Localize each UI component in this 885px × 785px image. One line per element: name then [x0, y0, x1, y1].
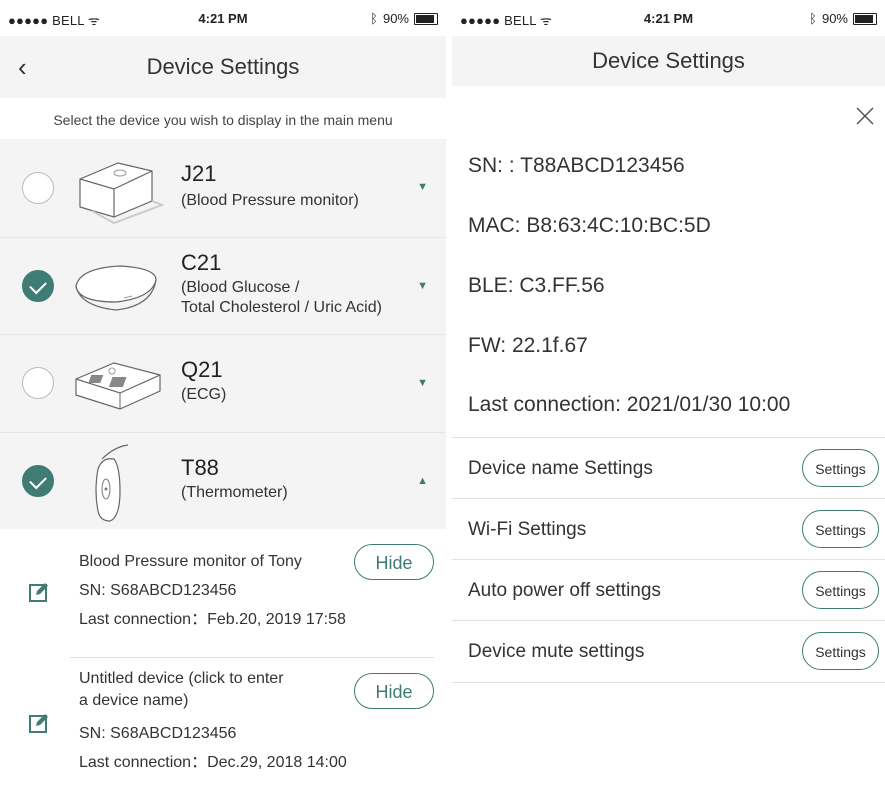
- device-row-q21[interactable]: Q21 (ECG) ▼: [0, 335, 446, 433]
- divider: [70, 657, 434, 658]
- ecg-device-image: [75, 362, 161, 410]
- status-bar: ●●●●● BELL ᯤ 4:21 PM ᛒ 90%: [452, 0, 885, 36]
- sub-device-item: Blood Pressure monitor of Tony SN: S68AB…: [0, 540, 446, 650]
- ble-version: BLE: C3.FF.56: [468, 274, 605, 297]
- close-icon[interactable]: [853, 104, 877, 128]
- sub-device-item: Untitled device (click to enter a device…: [0, 662, 446, 782]
- device-mute-settings-row: Device mute settings Settings: [452, 620, 885, 683]
- device-list-screen: ●●●●● BELL ᯤ 4:21 PM ᛒ 90% ‹ Device Sett…: [0, 0, 446, 785]
- edit-icon[interactable]: [28, 712, 50, 734]
- sub-device-last-connection: Last connection：Feb.20, 2019 17:58: [79, 611, 346, 628]
- page-title: Device Settings: [592, 48, 745, 73]
- device-name: T88: [181, 455, 219, 480]
- blood-pressure-monitor-image: [79, 162, 165, 225]
- device-name-settings-row: Device name Settings Settings: [452, 437, 885, 499]
- sub-device-last-connection: Last connection：Dec.29, 2018 14:00: [79, 754, 347, 771]
- sub-device-sn: SN: S68ABCD123456: [79, 725, 237, 742]
- expand-arrow-icon[interactable]: ▼: [417, 377, 428, 389]
- device-type: (Thermometer): [181, 484, 288, 501]
- thermometer-image: [95, 444, 129, 522]
- hide-button[interactable]: Hide: [354, 673, 434, 709]
- firmware-version: FW: 22.1f.67: [468, 334, 588, 357]
- wifi-settings-row: Wi-Fi Settings Settings: [452, 498, 885, 560]
- mac-address: MAC: B8:63:4C:10:BC:5D: [468, 214, 711, 237]
- page-title: Device Settings: [146, 54, 300, 79]
- battery-percent: 90%: [382, 11, 409, 26]
- sub-device-name[interactable]: Blood Pressure monitor of Tony: [79, 547, 346, 576]
- instruction-text: Select the device you wish to display in…: [0, 98, 446, 138]
- device-row-t88[interactable]: T88 (Thermometer) ▲: [0, 433, 446, 529]
- device-radio-t88[interactable]: [22, 465, 54, 497]
- edit-icon[interactable]: [28, 581, 50, 603]
- wifi-settings-button[interactable]: Settings: [802, 510, 879, 548]
- sub-device-sn: SN: S68ABCD123456: [79, 582, 237, 599]
- device-radio-q21[interactable]: [22, 367, 54, 399]
- device-name: Q21: [181, 357, 223, 382]
- last-connection: Last connection: 2021/01/30 10:00: [468, 393, 791, 416]
- collapse-arrow-icon[interactable]: ▲: [417, 475, 428, 487]
- device-type: (ECG): [181, 386, 227, 403]
- device-type: (Blood Pressure monitor): [181, 192, 359, 209]
- device-name-settings-button[interactable]: Settings: [802, 449, 879, 487]
- device-type-line2: Total Cholesterol / Uric Acid): [181, 299, 382, 316]
- hide-button[interactable]: Hide: [354, 544, 434, 580]
- setting-label: Auto power off settings: [468, 580, 661, 601]
- bluetooth-icon: ᛒ: [370, 11, 378, 26]
- expand-arrow-icon[interactable]: ▼: [417, 181, 428, 193]
- auto-power-off-settings-row: Auto power off settings Settings: [452, 559, 885, 621]
- nav-bar: ‹ Device Settings: [0, 36, 446, 98]
- device-radio-j21[interactable]: [22, 172, 54, 204]
- glucose-meter-image: [75, 265, 157, 311]
- nav-bar: Device Settings: [452, 36, 885, 86]
- device-radio-c21[interactable]: [22, 270, 54, 302]
- status-bar: ●●●●● BELL ᯤ 4:21 PM ᛒ 90%: [0, 0, 446, 36]
- device-type: (Blood Glucose /: [181, 279, 300, 296]
- auto-power-off-settings-button[interactable]: Settings: [802, 571, 879, 609]
- device-row-c21[interactable]: C21 (Blood Glucose / Total Cholesterol /…: [0, 238, 446, 335]
- sub-device-name[interactable]: Untitled device (click to enter: [79, 668, 347, 690]
- sub-device-name-line2[interactable]: a device name): [79, 690, 347, 712]
- expand-arrow-icon[interactable]: ▼: [417, 280, 428, 292]
- device-detail-screen: ●●●●● BELL ᯤ 4:21 PM ᛒ 90% Device Settin…: [452, 0, 885, 785]
- setting-label: Device mute settings: [468, 641, 645, 662]
- device-name: J21: [181, 161, 217, 186]
- battery-icon: [414, 12, 438, 25]
- device-name: C21: [181, 250, 222, 275]
- bluetooth-icon: ᛒ: [809, 11, 817, 26]
- battery-status: ᛒ 90%: [370, 11, 438, 26]
- device-row-j21[interactable]: J21 (Blood Pressure monitor) ▼: [0, 139, 446, 238]
- setting-label: Wi-Fi Settings: [468, 519, 587, 540]
- battery-percent: 90%: [821, 11, 848, 26]
- serial-number: SN: : T88ABCD123456: [468, 154, 685, 177]
- battery-icon: [853, 12, 877, 25]
- battery-status: ᛒ 90%: [809, 11, 877, 26]
- device-mute-settings-button[interactable]: Settings: [802, 632, 879, 670]
- setting-label: Device name Settings: [468, 458, 653, 479]
